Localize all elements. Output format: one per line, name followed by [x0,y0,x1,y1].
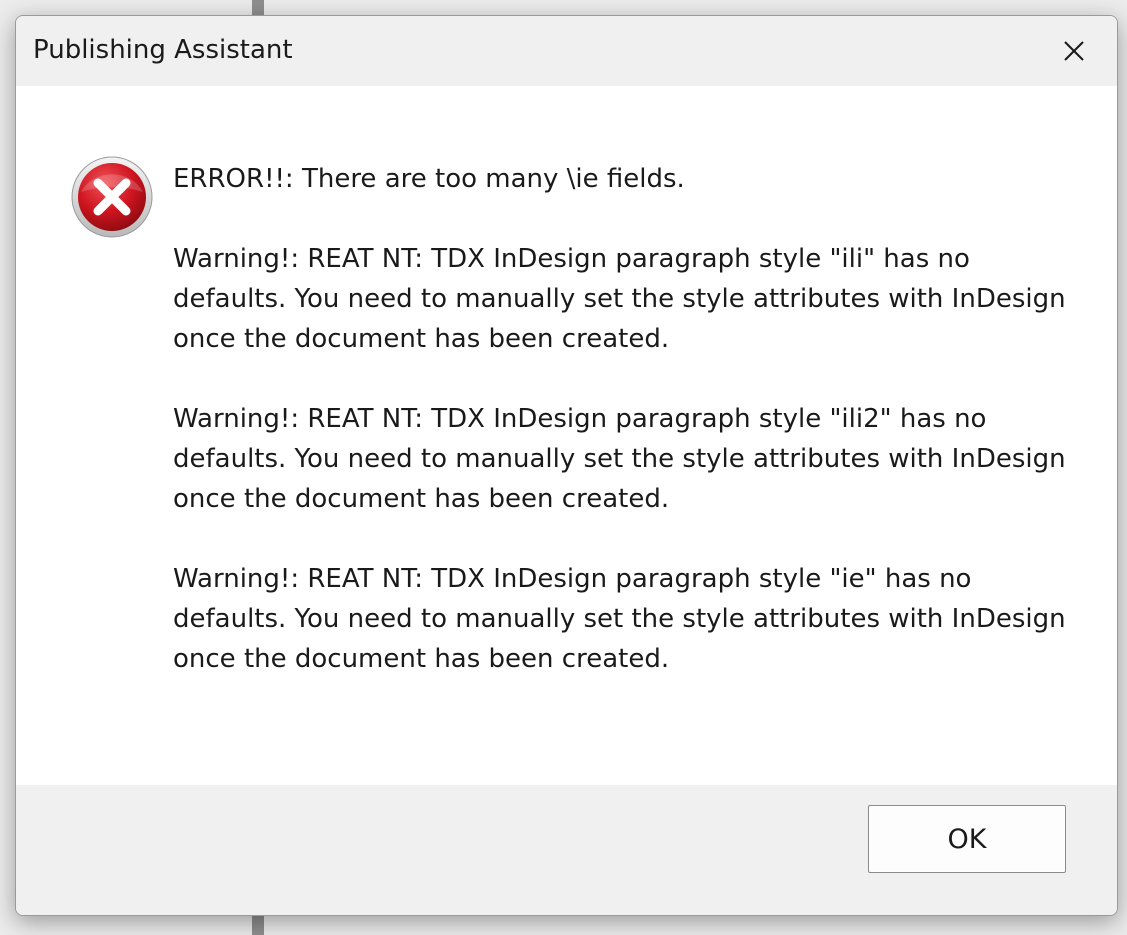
error-icon [71,156,153,238]
error-message: ERROR!!: There are too many \ie fields. [173,164,685,194]
message-dialog: Publishing Assistant ERROR!!: There are … [15,15,1118,916]
warning-message-ili: Warning!: REAT NT: TDX InDesign paragrap… [173,244,1074,354]
warning-message-ie: Warning!: REAT NT: TDX InDesign paragrap… [173,564,1074,674]
message-list: ERROR!!: There are too many \ie fields. … [173,159,1073,719]
window-title: Publishing Assistant [33,35,293,65]
close-button[interactable] [1031,16,1117,86]
ok-button[interactable]: OK [868,805,1066,873]
dialog-content: ERROR!!: There are too many \ie fields. … [16,86,1117,785]
close-icon [1064,41,1084,61]
button-bar: OK [16,785,1117,915]
warning-message-ili2: Warning!: REAT NT: TDX InDesign paragrap… [173,404,1074,514]
title-bar: Publishing Assistant [16,16,1117,86]
